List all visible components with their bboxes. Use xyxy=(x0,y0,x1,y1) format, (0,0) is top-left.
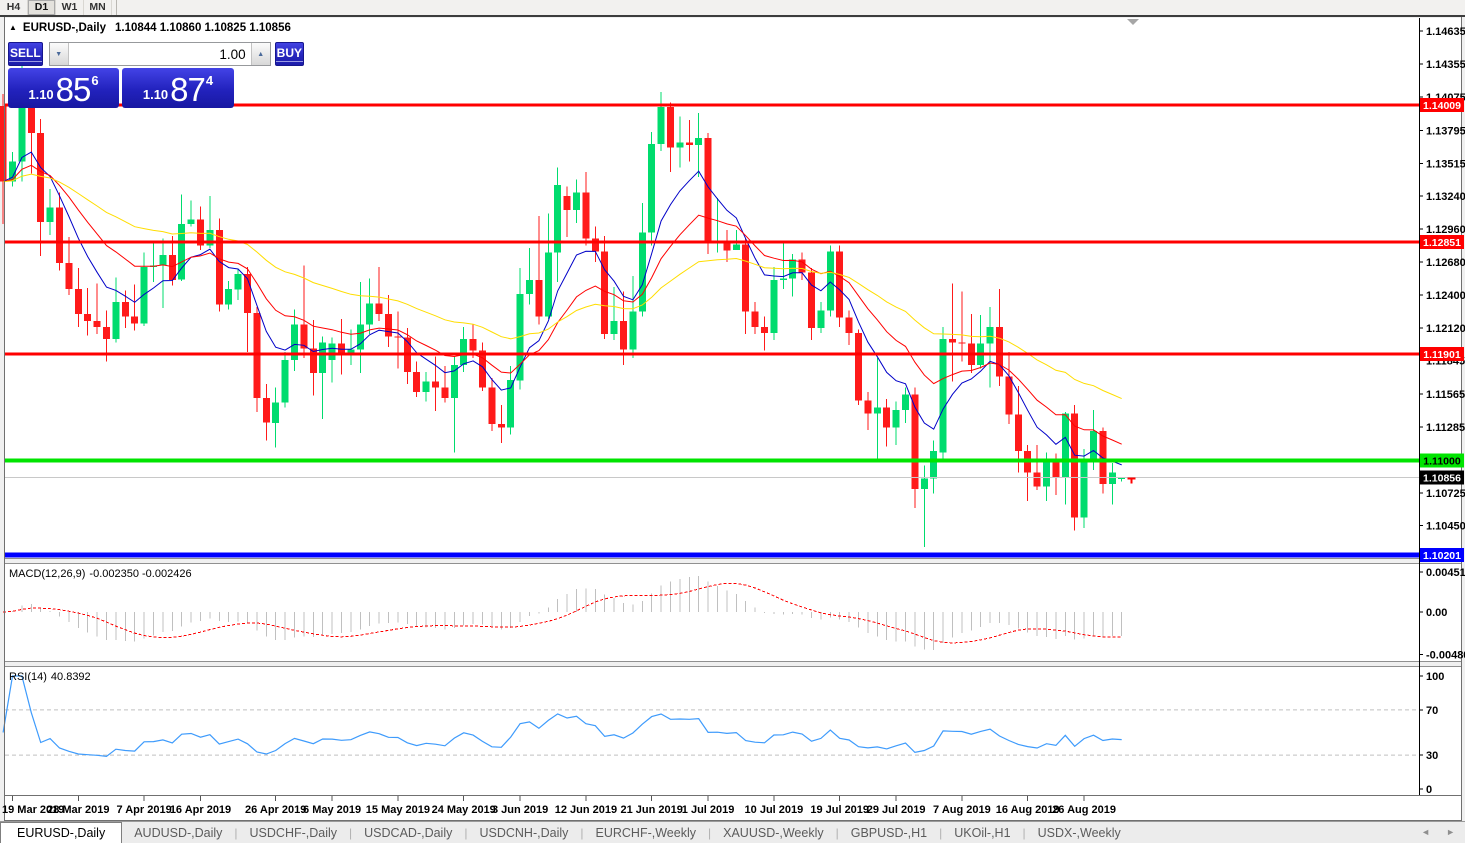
tab-usdchf-daily[interactable]: USDCHF-,Daily xyxy=(238,823,350,843)
date-label: 16 Apr 2019 xyxy=(170,804,231,816)
chart-background xyxy=(5,18,1461,820)
svg-text:70: 70 xyxy=(1426,705,1438,717)
date-label: 19 Jul 2019 xyxy=(810,804,869,816)
sell-button-label: SELL xyxy=(9,46,42,62)
tab-usdcad-daily[interactable]: USDCAD-,Daily xyxy=(352,823,464,843)
tab-audusd-daily[interactable]: AUDUSD-,Daily xyxy=(122,823,234,843)
tab-ukoil-h1[interactable]: UKOil-,H1 xyxy=(942,823,1022,843)
tab-xauusd-weekly[interactable]: XAUUSD-,Weekly xyxy=(711,823,835,843)
date-label: 15 May 2019 xyxy=(366,804,430,816)
tab-scroll-right-icon[interactable]: ► xyxy=(1446,827,1455,837)
price-chart-canvas[interactable]: 1.146351.143551.140751.137951.135151.132… xyxy=(0,0,1465,843)
date-label: 21 Jun 2019 xyxy=(621,804,683,816)
sell-price-box[interactable]: 1.10856 xyxy=(8,68,119,108)
svg-text:0: 0 xyxy=(1426,784,1432,796)
date-label: 10 Jul 2019 xyxy=(745,804,804,816)
sell-price-pips: 85 xyxy=(56,75,91,105)
tab-scroll-left-icon[interactable]: ◄ xyxy=(1421,827,1430,837)
tab-gbpusd-h1[interactable]: GBPUSD-,H1 xyxy=(839,823,939,843)
rsi-value: 40.8392 xyxy=(51,671,91,683)
rsi-name: RSI(14) xyxy=(9,671,47,683)
one-click-trading-panel: SELL ▼ ▲ BUY 1.10856 1.10874 xyxy=(8,42,234,108)
sell-price-point: 6 xyxy=(91,73,98,88)
spinner-up-icon: ▲ xyxy=(257,51,264,58)
svg-text:-0.004806: -0.004806 xyxy=(1426,650,1465,662)
buy-price-point: 4 xyxy=(206,73,213,88)
svg-text:1.10201: 1.10201 xyxy=(1423,550,1461,562)
sell-price-prefix: 1.10 xyxy=(28,85,53,105)
svg-text:30: 30 xyxy=(1426,750,1438,762)
svg-text:1.12960: 1.12960 xyxy=(1426,224,1465,236)
svg-text:1.14009: 1.14009 xyxy=(1423,100,1461,112)
svg-text:1.10725: 1.10725 xyxy=(1426,488,1465,500)
svg-text:0.00: 0.00 xyxy=(1426,607,1447,619)
svg-text:1.12680: 1.12680 xyxy=(1426,257,1465,269)
svg-text:1.12851: 1.12851 xyxy=(1423,237,1461,249)
trading-terminal: H4D1W1MN 1.146351.143551.140751.137951.1… xyxy=(0,0,1465,843)
date-label: 6 May 2019 xyxy=(303,804,361,816)
sell-button[interactable]: SELL xyxy=(8,42,43,66)
svg-text:100: 100 xyxy=(1426,671,1444,683)
date-label: 24 May 2019 xyxy=(432,804,496,816)
date-label: 7 Aug 2019 xyxy=(933,804,991,816)
svg-text:1.10856: 1.10856 xyxy=(1423,473,1461,485)
date-label: 26 Aug 2019 xyxy=(1052,804,1116,816)
chart-symbol-label: EURUSD-,Daily xyxy=(23,22,106,34)
macd-name: MACD(12,26,9) xyxy=(9,568,85,580)
svg-text:1.12400: 1.12400 xyxy=(1426,290,1465,302)
svg-text:1.13795: 1.13795 xyxy=(1426,125,1465,137)
volume-spinner: ▼ ▲ xyxy=(49,42,271,66)
svg-text:1.11901: 1.11901 xyxy=(1423,349,1461,361)
svg-text:1.14355: 1.14355 xyxy=(1426,59,1465,71)
tab-scroll-arrows: ◄ ► xyxy=(1421,827,1455,837)
date-label: 12 Jun 2019 xyxy=(555,804,617,816)
date-label: 3 Jun 2019 xyxy=(492,804,548,816)
svg-text:1.10450: 1.10450 xyxy=(1426,521,1465,533)
spinner-down-icon: ▼ xyxy=(55,51,62,58)
macd-values: -0.002350 -0.002426 xyxy=(89,568,191,580)
svg-text:1.11565: 1.11565 xyxy=(1426,389,1465,401)
svg-text:1.12120: 1.12120 xyxy=(1426,323,1465,335)
rsi-indicator-label: RSI(14) 40.8392 xyxy=(9,671,95,683)
volume-input[interactable] xyxy=(69,43,251,65)
tab-eurchf-weekly[interactable]: EURCHF-,Weekly xyxy=(584,823,708,843)
volume-decrease-button[interactable]: ▼ xyxy=(50,43,69,65)
svg-text:0.004517: 0.004517 xyxy=(1426,567,1465,579)
macd-indicator-label: MACD(12,26,9) -0.002350 -0.002426 xyxy=(9,568,196,580)
date-label: 1 Jul 2019 xyxy=(682,804,735,816)
chart-ohlc-values: 1.10844 1.10860 1.10825 1.10856 xyxy=(115,22,291,34)
tab-usdcnh-daily[interactable]: USDCNH-,Daily xyxy=(467,823,580,843)
buy-button[interactable]: BUY xyxy=(275,42,304,66)
date-label: 16 Aug 2019 xyxy=(996,804,1060,816)
svg-text:1.11285: 1.11285 xyxy=(1426,422,1465,434)
svg-text:1.13515: 1.13515 xyxy=(1426,158,1465,170)
tab-eurusd-daily[interactable]: EURUSD-,Daily xyxy=(0,822,122,843)
collapse-triangle-icon[interactable]: ▲ xyxy=(9,23,17,32)
svg-text:1.14635: 1.14635 xyxy=(1426,26,1465,38)
volume-increase-button[interactable]: ▲ xyxy=(251,43,270,65)
date-label: 28 Mar 2019 xyxy=(47,804,109,816)
buy-price-box[interactable]: 1.10874 xyxy=(122,68,234,108)
buy-price-pips: 87 xyxy=(170,75,205,105)
date-label: 7 Apr 2019 xyxy=(116,804,171,816)
buy-price-prefix: 1.10 xyxy=(143,85,168,105)
date-label: 26 Apr 2019 xyxy=(245,804,306,816)
date-label: 29 Jul 2019 xyxy=(867,804,926,816)
symbol-tab-bar: EURUSD-,DailyAUDUSD-,Daily|USDCHF-,Daily… xyxy=(0,821,1465,843)
svg-text:1.11000: 1.11000 xyxy=(1423,456,1461,468)
buy-button-label: BUY xyxy=(276,46,303,62)
date-axis-line xyxy=(5,795,1461,796)
tab-usdx-weekly[interactable]: USDX-,Weekly xyxy=(1026,823,1133,843)
svg-text:1.13240: 1.13240 xyxy=(1426,191,1465,203)
chart-title: ▲ EURUSD-,Daily 1.10844 1.10860 1.10825 1.… xyxy=(9,22,291,34)
